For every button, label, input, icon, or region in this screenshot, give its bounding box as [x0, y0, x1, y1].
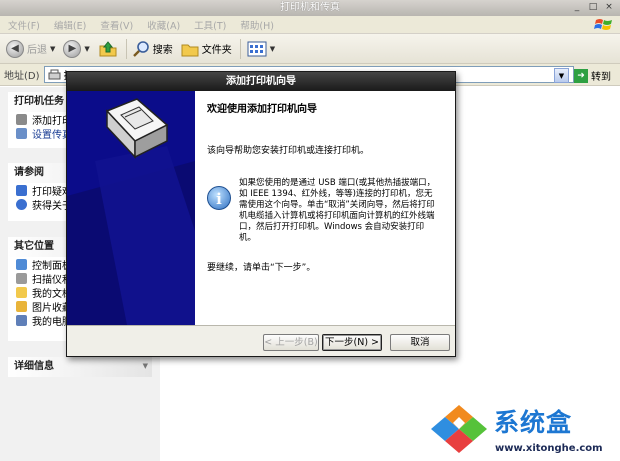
wizard-heading: 欢迎使用添加打印机向导 [207, 104, 317, 115]
up-folder-button[interactable] [98, 40, 118, 58]
window-title: 打印机和传真 [280, 2, 340, 13]
toolbar-separator [239, 38, 241, 59]
search-icon [132, 41, 149, 57]
wizard-info-block: i 如果您使用的是通过 USB 端口(或其他热插拔端口，如 IEEE 1394、… [203, 178, 447, 244]
address-label: 地址(D) [4, 71, 40, 82]
details-title[interactable]: 详细信息 [8, 357, 152, 377]
fax-icon [16, 127, 27, 139]
wizard-info-text: 如果您使用的是通过 USB 端口(或其他热插拔端口，如 IEEE 1394、红外… [239, 178, 436, 243]
pictures-folder-icon [16, 300, 27, 312]
wizard-button-bar: < 上一步(B) 下一步(N) > 取消 [67, 325, 455, 356]
toolbar: ◀ 后退 ▼ ▶ ▼ 搜索 文件夹 ▼ [0, 34, 620, 64]
wizard-content: 欢迎使用添加打印机向导 该向导帮助您安装打印机或连接打印机。 i 如果您使用的是… [195, 91, 455, 325]
info-icon: i [207, 186, 231, 210]
minimize-button[interactable]: _ [570, 1, 584, 14]
search-button[interactable]: 搜索 [132, 40, 173, 57]
wizard-side-banner [67, 91, 195, 325]
views-button[interactable]: ▼ [247, 41, 275, 57]
scanner-icon [16, 272, 27, 284]
wizard-cancel-button[interactable]: 取消 [390, 334, 450, 351]
details-group: 详细信息 ▼ [8, 357, 152, 377]
go-label: 转到 [591, 72, 611, 83]
up-folder-icon [99, 40, 117, 56]
maximize-button[interactable]: □ [586, 1, 600, 14]
folder-icon [181, 44, 199, 56]
menu-tools[interactable]: 工具(T) [194, 18, 226, 32]
folders-button[interactable]: 文件夹 [181, 41, 232, 57]
address-dropdown-icon[interactable]: ▼ [554, 68, 569, 83]
menu-help[interactable]: 帮助(H) [240, 18, 274, 32]
wizard-title: 添加打印机向导 [67, 72, 455, 91]
site-watermark: 系统盒 www.xitonghe.com [425, 401, 620, 461]
chevron-down-icon: ▼ [269, 44, 276, 53]
chevron-down-icon: ▼ [84, 44, 90, 53]
control-panel-icon [16, 258, 27, 270]
computer-icon [16, 314, 27, 326]
watermark-logo-icon [431, 405, 487, 453]
close-button[interactable]: × [602, 1, 616, 14]
menu-edit[interactable]: 编辑(E) [54, 18, 86, 32]
folder-icon [16, 286, 27, 298]
go-button[interactable]: ➜ 转到 [574, 68, 611, 83]
wizard-next-button[interactable]: 下一步(N) > [322, 334, 382, 351]
wizard-intro-text: 该向导帮助您安装打印机或连接打印机。 [207, 146, 370, 156]
windows-logo-icon [594, 19, 612, 30]
menu-favorites[interactable]: 收藏(A) [147, 18, 180, 32]
watermark-name: 系统盒 [494, 408, 573, 437]
back-label: 后退 [27, 45, 47, 56]
help-icon [16, 184, 27, 196]
wizard-continue-text: 要继续，请单击“下一步”。 [207, 263, 316, 273]
printer-icon [16, 113, 27, 125]
views-icon [247, 41, 267, 56]
folders-label: 文件夹 [201, 45, 232, 56]
menubar: 文件(F) 编辑(E) 查看(V) 收藏(A) 工具(T) 帮助(H) [0, 16, 620, 34]
go-arrow-icon: ➜ [574, 68, 588, 83]
question-icon [16, 198, 27, 210]
forward-button[interactable]: ▶ ▼ [63, 39, 90, 58]
back-button[interactable]: ◀ 后退 ▼ [6, 39, 56, 58]
window-controls: _ □ × [570, 1, 616, 14]
expand-icon[interactable]: ▼ [143, 362, 148, 370]
wizard-back-button[interactable]: < 上一步(B) [263, 334, 319, 351]
window-titlebar: 打印机和传真 _ □ × [0, 0, 620, 16]
back-arrow-icon: ◀ [6, 39, 24, 58]
watermark-url: www.xitonghe.com [495, 443, 603, 454]
printer-folder-icon [48, 69, 61, 79]
chevron-down-icon: ▼ [50, 44, 56, 53]
menu-view[interactable]: 查看(V) [100, 18, 133, 32]
search-label: 搜索 [152, 45, 173, 56]
printer-illustration-icon [67, 98, 195, 325]
add-printer-wizard-dialog: 添加打印机向导 欢迎使用添加打印机向导 该向导帮助您安装打印机或连接打印机。 i… [66, 71, 456, 357]
menu-file[interactable]: 文件(F) [8, 18, 40, 32]
toolbar-separator [125, 38, 127, 59]
forward-arrow-icon: ▶ [63, 39, 82, 58]
